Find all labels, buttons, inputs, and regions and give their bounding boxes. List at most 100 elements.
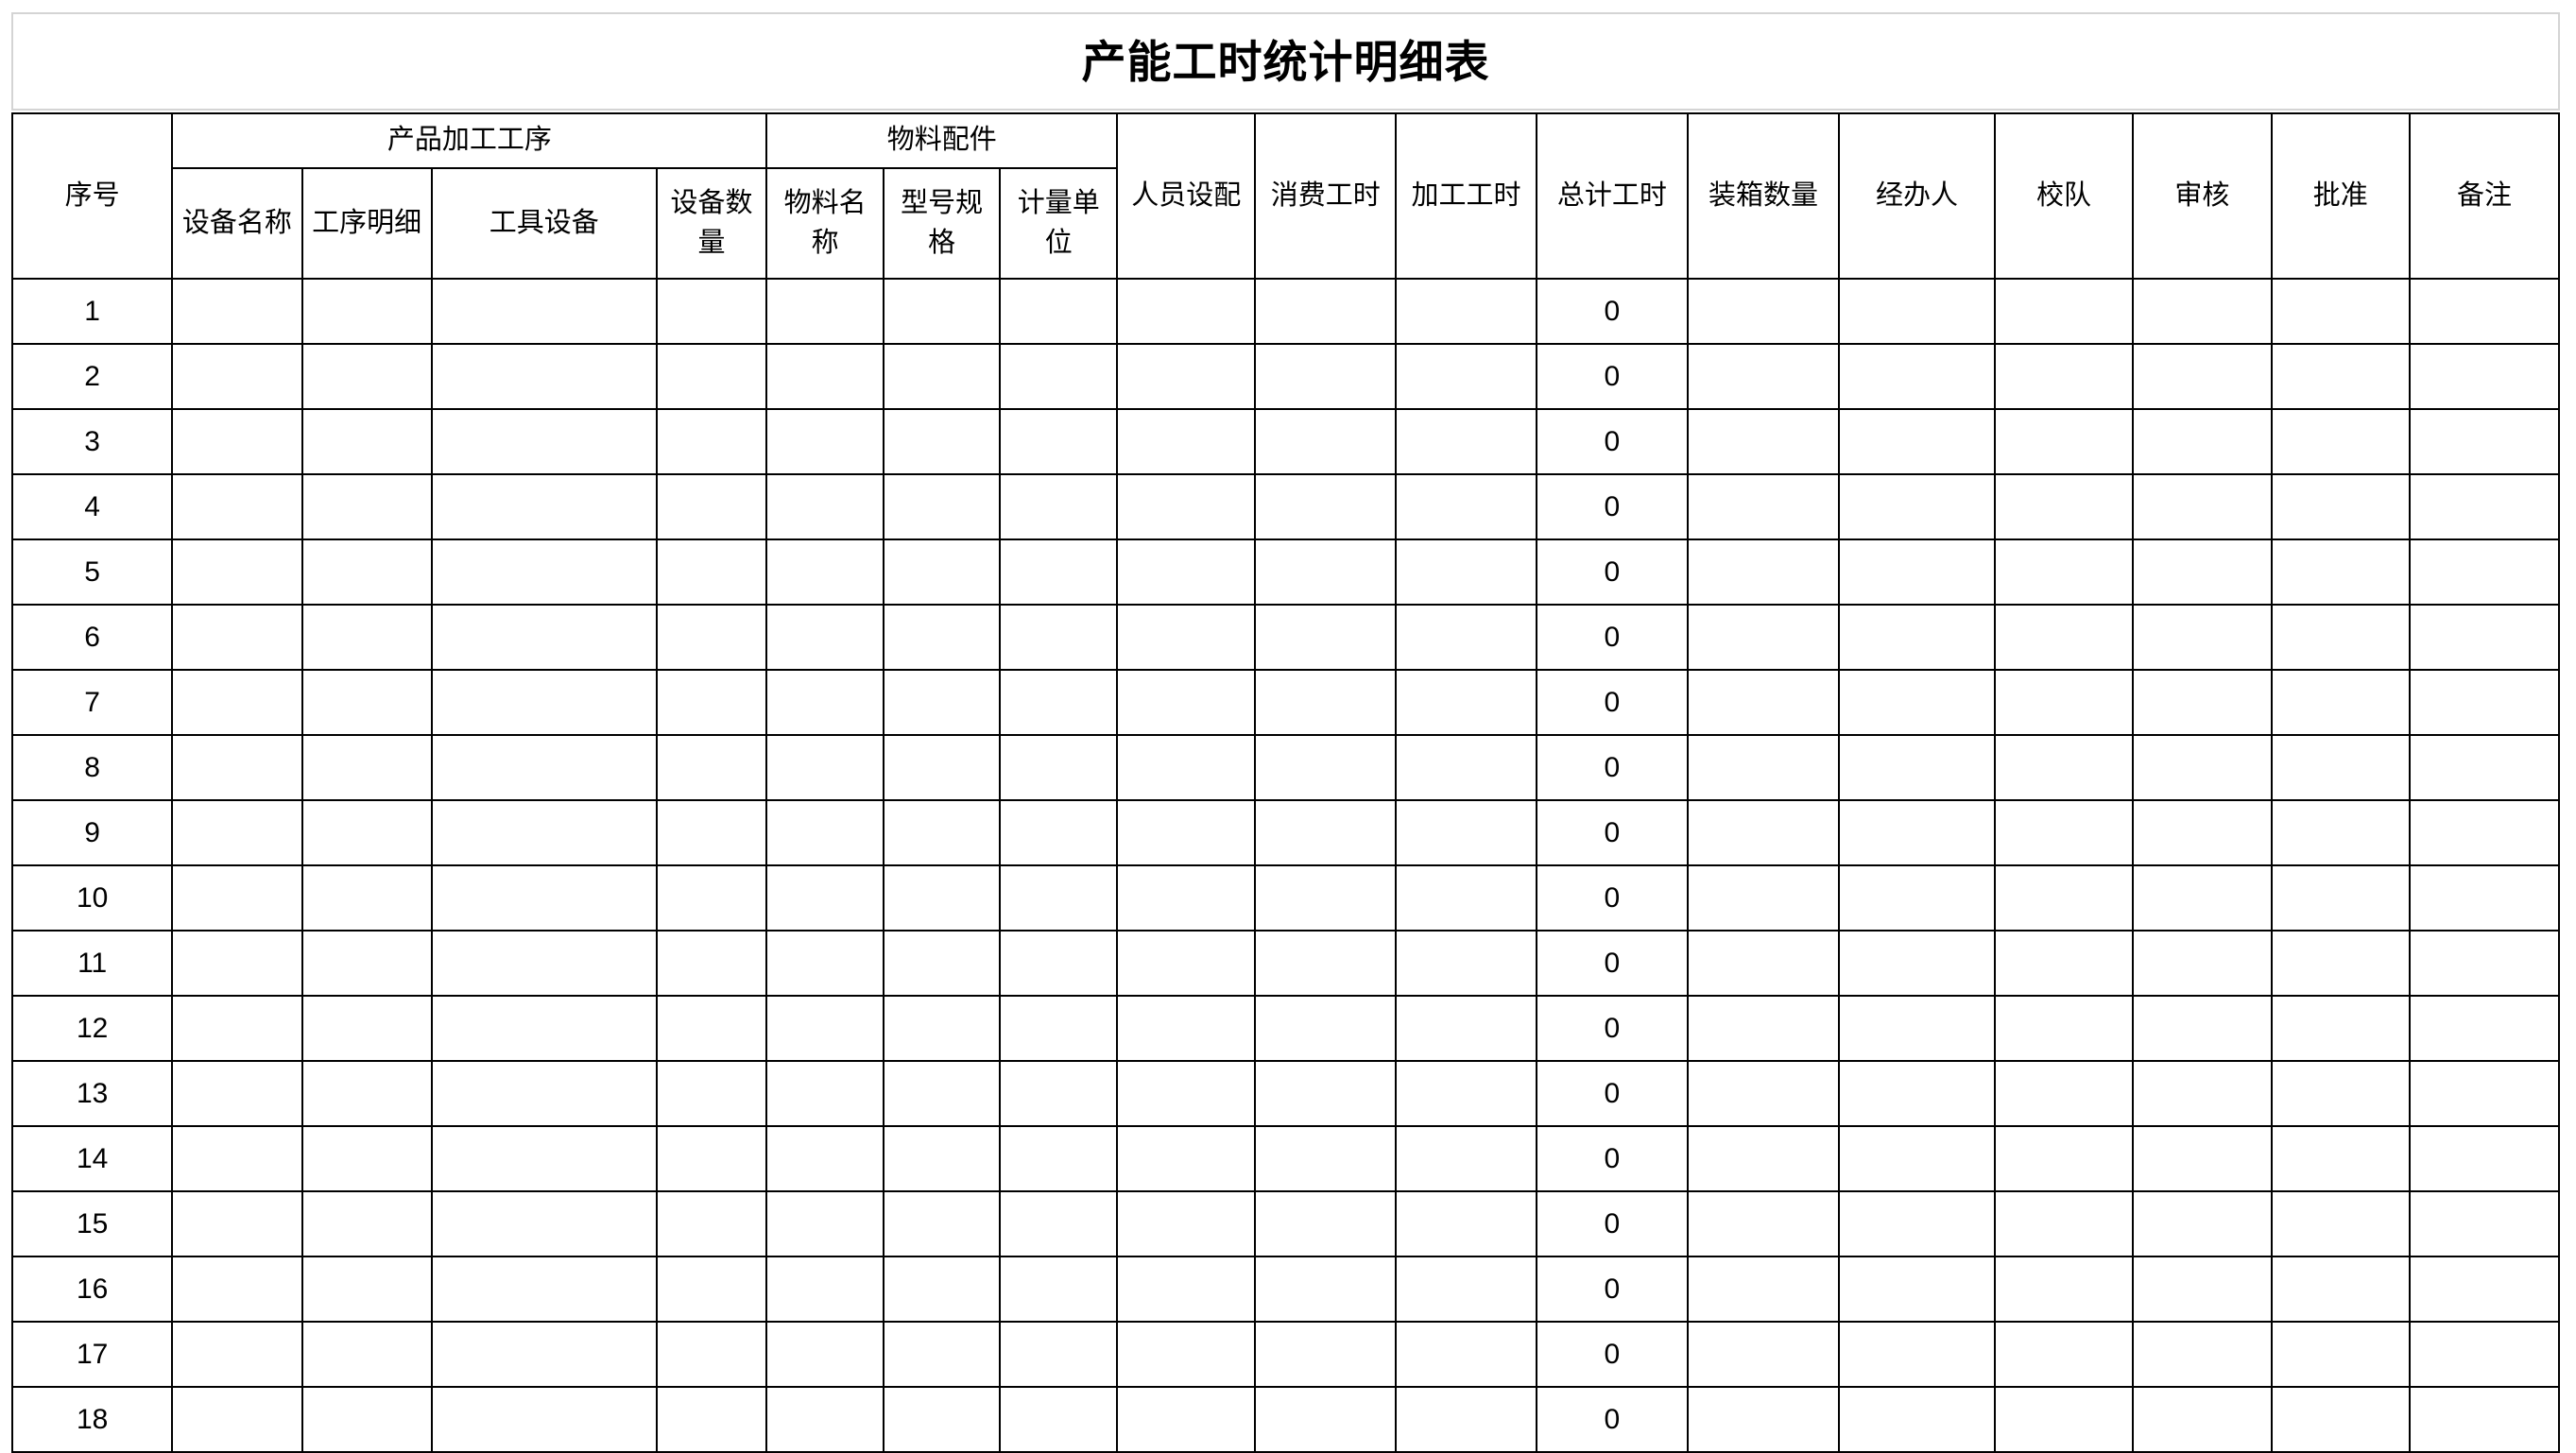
data-cell-col-%E5%B7%A5%E5%85%B7%E8%AE%BE%E5%A4%87[interactable] [430,278,658,345]
data-cell-col-%E8%A3%85%E7%AE%B1%E6%95%B0%E9%87%8F[interactable] [1686,1386,1841,1453]
data-cell-col-%E5%A4%87%E6%B3%A8[interactable] [2409,1256,2560,1323]
total-hours-cell[interactable]: 0 [1535,734,1689,801]
data-cell-col-%E7%89%A9%E6%96%99%E5%90%8D%E7%A7%B0[interactable] [765,408,884,475]
data-cell-col-%E5%AE%A1%E6%A0%B8[interactable] [2132,864,2273,932]
data-cell-col-%E8%AE%BE%E5%A4%87%E6%95%B0%E9%87%8F[interactable] [655,669,768,736]
data-cell-col-%E8%AE%BE%E5%A4%87%E5%90%8D%E7%A7%B0[interactable] [171,1256,303,1323]
data-cell-col-%E6%A0%A1%E9%98%9F[interactable] [1993,1256,2135,1323]
row-index-cell[interactable]: 17 [10,1321,174,1388]
total-hours-cell[interactable]: 0 [1535,538,1689,606]
data-cell-col-%E6%B6%88%E8%B4%B9%E5%B7%A5%E6%97%B6[interactable] [1254,995,1398,1062]
data-cell-col-%E5%AE%A1%E6%A0%B8[interactable] [2132,1125,2273,1192]
data-cell-col-%E7%89%A9%E6%96%99%E5%90%8D%E7%A7%B0[interactable] [765,343,884,410]
data-cell-col-%E7%89%A9%E6%96%99%E5%90%8D%E7%A7%B0[interactable] [765,1060,884,1127]
data-cell-col-%E8%AE%BE%E5%A4%87%E6%95%B0%E9%87%8F[interactable] [655,343,768,410]
data-cell-col-%E6%A0%A1%E9%98%9F[interactable] [1993,604,2135,671]
data-cell-col-%E6%B6%88%E8%B4%B9%E5%B7%A5%E6%97%B6[interactable] [1254,343,1398,410]
data-cell-col-%E7%BB%8F%E5%8A%9E%E4%BA%BA[interactable] [1838,930,1996,997]
data-cell-col-%E7%89%A9%E6%96%99%E5%90%8D%E7%A7%B0[interactable] [765,278,884,345]
data-cell-col-%E8%AE%BE%E5%A4%87%E5%90%8D%E7%A7%B0[interactable] [171,1125,303,1192]
data-cell-col-%E5%8A%A0%E5%B7%A5%E5%B7%A5%E6%97%B6[interactable] [1395,1060,1537,1127]
data-cell-col-%E7%89%A9%E6%96%99%E5%90%8D%E7%A7%B0[interactable] [765,1125,884,1192]
data-cell-col-%E6%89%B9%E5%87%86[interactable] [2270,1386,2412,1453]
row-index-cell[interactable]: 2 [10,343,174,410]
data-cell-col-%E4%BA%BA%E5%91%98%E8%AE%BE%E9%85%8D[interactable] [1115,1060,1257,1127]
data-cell-col-%E5%B7%A5%E5%85%B7%E8%AE%BE%E5%A4%87[interactable] [430,995,658,1062]
data-cell-col-%E8%AE%BE%E5%A4%87%E5%90%8D%E7%A7%B0[interactable] [171,1321,303,1388]
data-cell-col-%E6%A0%A1%E9%98%9F[interactable] [1993,1321,2135,1388]
data-cell-col-%E4%BA%BA%E5%91%98%E8%AE%BE%E9%85%8D[interactable] [1115,538,1257,606]
data-cell-col-%E5%B7%A5%E5%85%B7%E8%AE%BE%E5%A4%87[interactable] [430,1386,658,1453]
data-cell-col-%E5%A4%87%E6%B3%A8[interactable] [2409,930,2560,997]
data-cell-col-%E8%AE%A1%E9%87%8F%E5%8D%95%E4%BD%8D[interactable] [999,1321,1118,1388]
data-cell-col-%E7%BB%8F%E5%8A%9E%E4%BA%BA[interactable] [1838,995,1996,1062]
data-cell-col-%E6%A0%A1%E9%98%9F[interactable] [1993,995,2135,1062]
data-cell-col-%E8%A3%85%E7%AE%B1%E6%95%B0%E9%87%8F[interactable] [1686,734,1841,801]
data-cell-col-%E8%A3%85%E7%AE%B1%E6%95%B0%E9%87%8F[interactable] [1686,1256,1841,1323]
data-cell-col-%E5%AE%A1%E6%A0%B8[interactable] [2132,604,2273,671]
data-cell-col-%E5%9E%8B%E5%8F%B7%E8%A7%84%E6%A0%BC[interactable] [882,1386,1002,1453]
data-cell-col-%E5%AE%A1%E6%A0%B8[interactable] [2132,669,2273,736]
data-cell-col-%E6%B6%88%E8%B4%B9%E5%B7%A5%E6%97%B6[interactable] [1254,408,1398,475]
data-cell-col-%E6%A0%A1%E9%98%9F[interactable] [1993,1060,2135,1127]
data-cell-col-%E6%89%B9%E5%87%86[interactable] [2270,734,2412,801]
data-cell-col-%E8%A3%85%E7%AE%B1%E6%95%B0%E9%87%8F[interactable] [1686,343,1841,410]
total-hours-cell[interactable]: 0 [1535,604,1689,671]
data-cell-col-%E5%A4%87%E6%B3%A8[interactable] [2409,1190,2560,1257]
data-cell-col-%E7%89%A9%E6%96%99%E5%90%8D%E7%A7%B0[interactable] [765,1386,884,1453]
data-cell-col-%E8%AE%A1%E9%87%8F%E5%8D%95%E4%BD%8D[interactable] [999,1125,1118,1192]
data-cell-col-%E5%AE%A1%E6%A0%B8[interactable] [2132,799,2273,866]
data-cell-col-%E6%B6%88%E8%B4%B9%E5%B7%A5%E6%97%B6[interactable] [1254,1060,1398,1127]
data-cell-col-%E5%B7%A5%E5%85%B7%E8%AE%BE%E5%A4%87[interactable] [430,1321,658,1388]
data-cell-col-%E6%A0%A1%E9%98%9F[interactable] [1993,930,2135,997]
data-cell-col-%E4%BA%BA%E5%91%98%E8%AE%BE%E9%85%8D[interactable] [1115,278,1257,345]
data-cell-col-%E5%8A%A0%E5%B7%A5%E5%B7%A5%E6%97%B6[interactable] [1395,604,1537,671]
data-cell-col-%E6%89%B9%E5%87%86[interactable] [2270,1321,2412,1388]
data-cell-col-%E6%B6%88%E8%B4%B9%E5%B7%A5%E6%97%B6[interactable] [1254,1386,1398,1453]
data-cell-col-%E5%A4%87%E6%B3%A8[interactable] [2409,669,2560,736]
total-hours-cell[interactable]: 0 [1535,473,1689,540]
data-cell-col-%E8%AE%BE%E5%A4%87%E6%95%B0%E9%87%8F[interactable] [655,799,768,866]
data-cell-col-%E5%B7%A5%E5%85%B7%E8%AE%BE%E5%A4%87[interactable] [430,864,658,932]
data-cell-col-%E8%AE%BE%E5%A4%87%E5%90%8D%E7%A7%B0[interactable] [171,1190,303,1257]
data-cell-col-%E5%A4%87%E6%B3%A8[interactable] [2409,538,2560,606]
data-cell-col-%E4%BA%BA%E5%91%98%E8%AE%BE%E9%85%8D[interactable] [1115,1190,1257,1257]
data-cell-col-%E5%B7%A5%E5%BA%8F%E6%98%8E%E7%BB%86[interactable] [301,864,433,932]
data-cell-col-%E5%B7%A5%E5%BA%8F%E6%98%8E%E7%BB%86[interactable] [301,1125,433,1192]
data-cell-col-%E8%AE%BE%E5%A4%87%E5%90%8D%E7%A7%B0[interactable] [171,278,303,345]
data-cell-col-%E7%BB%8F%E5%8A%9E%E4%BA%BA[interactable] [1838,278,1996,345]
row-index-cell[interactable]: 9 [10,799,174,866]
data-cell-col-%E8%A3%85%E7%AE%B1%E6%95%B0%E9%87%8F[interactable] [1686,1321,1841,1388]
data-cell-col-%E5%9E%8B%E5%8F%B7%E8%A7%84%E6%A0%BC[interactable] [882,473,1002,540]
data-cell-col-%E8%AE%A1%E9%87%8F%E5%8D%95%E4%BD%8D[interactable] [999,538,1118,606]
data-cell-col-%E6%89%B9%E5%87%86[interactable] [2270,1125,2412,1192]
data-cell-col-%E7%89%A9%E6%96%99%E5%90%8D%E7%A7%B0[interactable] [765,734,884,801]
data-cell-col-%E7%BB%8F%E5%8A%9E%E4%BA%BA[interactable] [1838,1321,1996,1388]
data-cell-col-%E8%AE%BE%E5%A4%87%E6%95%B0%E9%87%8F[interactable] [655,538,768,606]
data-cell-col-%E5%AE%A1%E6%A0%B8[interactable] [2132,1190,2273,1257]
data-cell-col-%E5%A4%87%E6%B3%A8[interactable] [2409,734,2560,801]
row-index-cell[interactable]: 4 [10,473,174,540]
data-cell-col-%E7%89%A9%E6%96%99%E5%90%8D%E7%A7%B0[interactable] [765,604,884,671]
data-cell-col-%E5%9E%8B%E5%8F%B7%E8%A7%84%E6%A0%BC[interactable] [882,604,1002,671]
data-cell-col-%E8%A3%85%E7%AE%B1%E6%95%B0%E9%87%8F[interactable] [1686,799,1841,866]
data-cell-col-%E5%B7%A5%E5%85%B7%E8%AE%BE%E5%A4%87[interactable] [430,669,658,736]
data-cell-col-%E5%AE%A1%E6%A0%B8[interactable] [2132,930,2273,997]
data-cell-col-%E5%A4%87%E6%B3%A8[interactable] [2409,343,2560,410]
data-cell-col-%E6%B6%88%E8%B4%B9%E5%B7%A5%E6%97%B6[interactable] [1254,1256,1398,1323]
data-cell-col-%E8%AE%BE%E5%A4%87%E6%95%B0%E9%87%8F[interactable] [655,408,768,475]
data-cell-col-%E5%8A%A0%E5%B7%A5%E5%B7%A5%E6%97%B6[interactable] [1395,799,1537,866]
row-index-cell[interactable]: 12 [10,995,174,1062]
data-cell-col-%E5%AE%A1%E6%A0%B8[interactable] [2132,408,2273,475]
data-cell-col-%E5%8A%A0%E5%B7%A5%E5%B7%A5%E6%97%B6[interactable] [1395,1125,1537,1192]
data-cell-col-%E6%A0%A1%E9%98%9F[interactable] [1993,538,2135,606]
data-cell-col-%E8%AE%A1%E9%87%8F%E5%8D%95%E4%BD%8D[interactable] [999,734,1118,801]
data-cell-col-%E5%AE%A1%E6%A0%B8[interactable] [2132,734,2273,801]
data-cell-col-%E8%A3%85%E7%AE%B1%E6%95%B0%E9%87%8F[interactable] [1686,1060,1841,1127]
data-cell-col-%E7%BB%8F%E5%8A%9E%E4%BA%BA[interactable] [1838,604,1996,671]
data-cell-col-%E5%8A%A0%E5%B7%A5%E5%B7%A5%E6%97%B6[interactable] [1395,1386,1537,1453]
data-cell-col-%E8%AE%A1%E9%87%8F%E5%8D%95%E4%BD%8D[interactable] [999,864,1118,932]
data-cell-col-%E6%89%B9%E5%87%86[interactable] [2270,799,2412,866]
data-cell-col-%E8%AE%A1%E9%87%8F%E5%8D%95%E4%BD%8D[interactable] [999,669,1118,736]
data-cell-col-%E5%B7%A5%E5%BA%8F%E6%98%8E%E7%BB%86[interactable] [301,1190,433,1257]
